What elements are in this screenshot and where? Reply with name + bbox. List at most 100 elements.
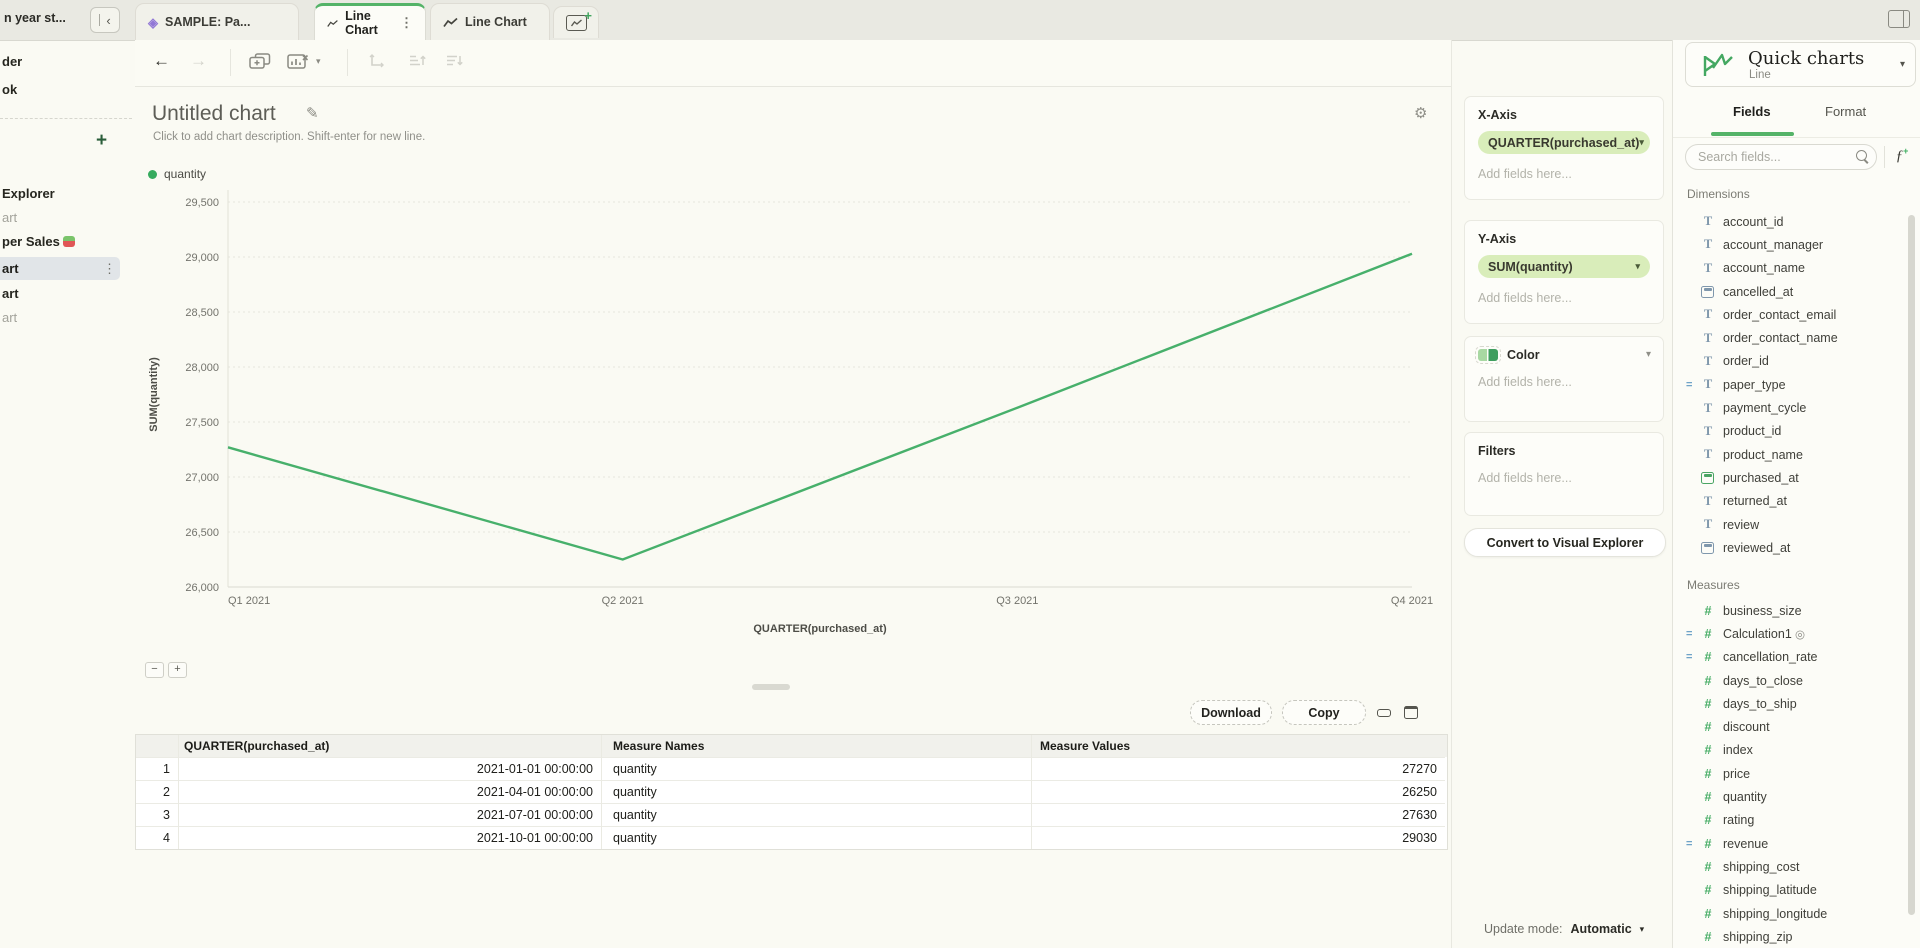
minimize-table-icon[interactable] bbox=[1377, 709, 1391, 717]
sidebar-item-explorer[interactable]: Explorer bbox=[2, 186, 55, 201]
scrollbar-thumb[interactable] bbox=[1908, 215, 1915, 915]
chart-description-placeholder[interactable]: Click to add chart description. Shift-en… bbox=[153, 131, 425, 143]
chart-settings-gear-icon[interactable]: ⚙ bbox=[1414, 104, 1427, 122]
chevron-down-icon: ▾ bbox=[316, 56, 321, 67]
tab-options-icon[interactable]: ⋮ bbox=[400, 15, 413, 31]
sidebar-item-clipped[interactable]: art bbox=[2, 286, 19, 301]
tab-fields[interactable]: Fields bbox=[1733, 104, 1771, 119]
dimension-field-row[interactable]: order_contact_name bbox=[1673, 326, 1908, 349]
table-row[interactable]: 4 2021-10-01 00:00:00 quantity 29030 bbox=[136, 826, 1447, 849]
measure-field-row[interactable]: cancellation_rate bbox=[1673, 646, 1908, 669]
measure-field-row[interactable]: business_size bbox=[1673, 599, 1908, 622]
dimension-field-row[interactable]: cancelled_at bbox=[1673, 280, 1908, 303]
dimension-field-row[interactable]: account_id bbox=[1673, 210, 1908, 233]
x-axis-dropzone[interactable]: Add fields here... bbox=[1478, 167, 1650, 181]
sidebar-item-selected[interactable]: art ⋮ bbox=[0, 257, 120, 280]
y-axis-field-pill[interactable]: SUM(quantity) ▾ bbox=[1478, 255, 1650, 278]
update-mode-select[interactable]: Automatic bbox=[1571, 922, 1632, 936]
sidebar-collapse-button[interactable]: ‹ bbox=[90, 7, 120, 33]
duplicate-chart-icon[interactable] bbox=[249, 53, 271, 70]
y-axis-dropzone[interactable]: Add fields here... bbox=[1478, 291, 1650, 305]
tab-line-chart-2[interactable]: Line Chart bbox=[430, 3, 550, 40]
x-axis-field-pill[interactable]: QUARTER(purchased_at) ▾ bbox=[1478, 131, 1650, 154]
measure-field-row[interactable]: shipping_zip bbox=[1673, 925, 1908, 948]
convert-to-visual-explorer-button[interactable]: Convert to Visual Explorer bbox=[1464, 528, 1666, 557]
y-tick-label: 27,000 bbox=[185, 472, 219, 484]
color-dropzone[interactable]: Add fields here... bbox=[1478, 375, 1650, 389]
dimension-field-row[interactable]: order_contact_email bbox=[1673, 303, 1908, 326]
download-button[interactable]: Download bbox=[1190, 700, 1272, 725]
panel-resize-handle[interactable] bbox=[752, 684, 790, 690]
measure-field-row[interactable]: index bbox=[1673, 739, 1908, 762]
new-chart-tab-button[interactable]: + bbox=[553, 6, 599, 38]
toolbar-divider bbox=[347, 49, 348, 76]
table-row[interactable]: 3 2021-07-01 00:00:00 quantity 27630 bbox=[136, 803, 1447, 826]
measure-field-row[interactable]: Calculation1 bbox=[1673, 622, 1908, 645]
filters-dropzone[interactable]: Add fields here... bbox=[1478, 471, 1650, 485]
table-row[interactable]: 2 2021-04-01 00:00:00 quantity 26250 bbox=[136, 780, 1447, 803]
measure-field-row[interactable]: shipping_cost bbox=[1673, 855, 1908, 878]
measure-field-row[interactable]: price bbox=[1673, 762, 1908, 785]
dimension-field-row[interactable]: paper_type bbox=[1673, 373, 1908, 396]
swap-axes-icon[interactable] bbox=[369, 54, 385, 68]
sidebar-item-clipped[interactable]: art bbox=[2, 310, 17, 325]
dimension-field-row[interactable]: payment_cycle bbox=[1673, 396, 1908, 419]
dimension-field-row[interactable]: product_id bbox=[1673, 420, 1908, 443]
dimension-field-row[interactable]: review bbox=[1673, 513, 1908, 536]
chevron-down-icon: ▾ bbox=[1635, 261, 1640, 272]
dimension-field-row[interactable]: purchased_at bbox=[1673, 466, 1908, 489]
column-header[interactable]: QUARTER(purchased_at) bbox=[179, 735, 602, 757]
dimension-field-row[interactable]: product_name bbox=[1673, 443, 1908, 466]
zoom-in-button[interactable]: + bbox=[168, 662, 187, 678]
table-row[interactable]: 1 2021-01-01 00:00:00 quantity 27270 bbox=[136, 757, 1447, 780]
dimension-field-row[interactable]: order_id bbox=[1673, 350, 1908, 373]
zoom-out-button[interactable]: − bbox=[145, 662, 164, 678]
search-fields-input[interactable] bbox=[1685, 144, 1877, 170]
dimension-field-row[interactable]: returned_at bbox=[1673, 490, 1908, 513]
dimension-field-row[interactable]: account_name bbox=[1673, 257, 1908, 280]
dimension-field-row[interactable]: account_manager bbox=[1673, 233, 1908, 256]
sidebar-divider bbox=[0, 118, 132, 119]
panel-toggle-icon[interactable] bbox=[1888, 10, 1910, 28]
add-calculation-fx-button[interactable]: ƒ+ bbox=[1890, 146, 1914, 168]
chart-title[interactable]: Untitled chart bbox=[152, 102, 276, 126]
tab-format[interactable]: Format bbox=[1825, 104, 1866, 119]
measure-field-row[interactable]: revenue bbox=[1673, 832, 1908, 855]
measure-field-row[interactable]: days_to_close bbox=[1673, 669, 1908, 692]
sidebar-item-paper-sales[interactable]: per Sales bbox=[2, 234, 75, 249]
field-type-icon bbox=[1701, 401, 1715, 416]
sidebar-item-clipped[interactable]: art bbox=[2, 210, 17, 225]
measure-field-row[interactable]: discount bbox=[1673, 715, 1908, 738]
collapse-caret-icon[interactable]: ▾ bbox=[1646, 349, 1651, 360]
sort-descending-icon[interactable] bbox=[446, 54, 463, 67]
row-number: 2 bbox=[136, 780, 179, 803]
undo-back-icon[interactable]: ← bbox=[153, 51, 170, 71]
remove-chart-icon[interactable]: ▾ bbox=[287, 53, 321, 70]
measure-field-row[interactable]: days_to_ship bbox=[1673, 692, 1908, 715]
measure-field-row[interactable]: shipping_longitude bbox=[1673, 902, 1908, 925]
field-type-icon bbox=[1701, 790, 1715, 804]
item-options-icon[interactable]: ⋮ bbox=[103, 261, 116, 277]
dimensions-label: Dimensions bbox=[1687, 187, 1750, 201]
measure-field-row[interactable]: quantity bbox=[1673, 785, 1908, 808]
field-name: purchased_at bbox=[1723, 471, 1799, 485]
tab-dataset[interactable]: ◈ SAMPLE: Pa... bbox=[135, 3, 299, 40]
sidebar-add-button[interactable]: + bbox=[96, 130, 107, 152]
quick-charts-dropdown[interactable]: Quick charts Line ▾ bbox=[1685, 42, 1916, 87]
measure-field-row[interactable]: rating bbox=[1673, 809, 1908, 832]
copy-button[interactable]: Copy bbox=[1282, 700, 1366, 725]
redo-forward-icon[interactable]: → bbox=[190, 51, 207, 71]
column-header[interactable]: Measure Values bbox=[1032, 735, 1445, 757]
app: { "colors": { "accent_green": "#54b368",… bbox=[0, 0, 1920, 948]
tab-line-chart-active[interactable]: Line Chart ⋮ bbox=[314, 3, 426, 40]
edit-title-pencil-icon[interactable]: ✎ bbox=[306, 104, 319, 122]
dimension-field-row[interactable]: reviewed_at bbox=[1673, 536, 1908, 559]
result-table: QUARTER(purchased_at) Measure Names Meas… bbox=[135, 734, 1448, 850]
maximize-table-icon[interactable] bbox=[1404, 706, 1418, 719]
sidebar-item-clipped[interactable]: ok bbox=[2, 82, 17, 97]
sidebar-item-clipped[interactable]: der bbox=[2, 54, 22, 69]
sort-ascending-icon[interactable] bbox=[409, 54, 426, 67]
measure-field-row[interactable]: shipping_latitude bbox=[1673, 879, 1908, 902]
watermelon-emoji bbox=[63, 236, 75, 247]
column-header[interactable]: Measure Names bbox=[602, 735, 1032, 757]
